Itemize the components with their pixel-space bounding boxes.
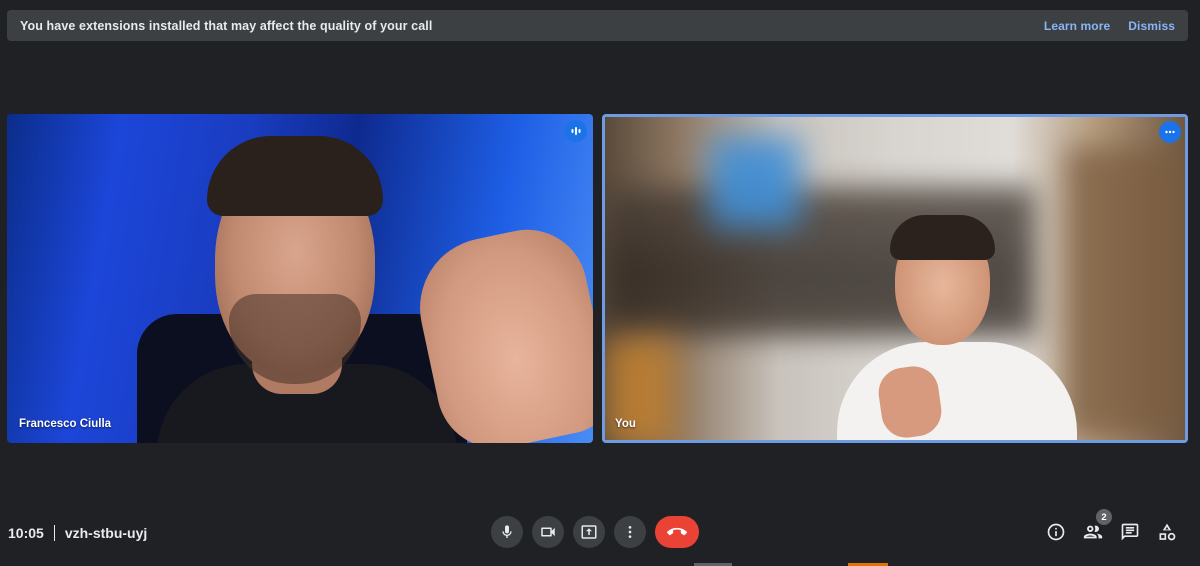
present-screen-icon — [581, 525, 597, 539]
activities-icon — [1159, 523, 1176, 541]
participant-name: You — [615, 418, 636, 430]
meeting-details: 10:05 vzh-stbu-uyj — [8, 524, 147, 542]
camera-button[interactable] — [532, 516, 564, 548]
chat-icon — [1121, 523, 1139, 541]
participant-count-badge: 2 — [1096, 509, 1112, 525]
meeting-code: vzh-stbu-uyj — [64, 525, 148, 541]
mic-button[interactable] — [491, 516, 523, 548]
meeting-info-button[interactable] — [1043, 519, 1069, 545]
side-panel-controls: 2 — [1032, 509, 1180, 545]
participants-button[interactable]: 2 — [1080, 509, 1112, 545]
call-controls — [491, 516, 699, 548]
more-options-button[interactable] — [614, 516, 646, 548]
divider — [53, 525, 55, 541]
more-vert-icon — [628, 526, 632, 538]
microphone-icon — [502, 525, 512, 538]
meeting-time: 10:05 — [8, 525, 44, 541]
present-button[interactable] — [573, 516, 605, 548]
more-options-icon[interactable] — [1159, 121, 1181, 143]
participant-name: Francesco Ciulla — [19, 418, 112, 430]
activities-button[interactable] — [1154, 519, 1180, 545]
learn-more-link[interactable]: Learn more — [1044, 19, 1110, 33]
chat-button[interactable] — [1117, 519, 1143, 545]
participant-video — [7, 114, 593, 443]
self-video — [605, 117, 1185, 440]
end-call-icon — [667, 527, 687, 536]
end-call-button[interactable] — [655, 516, 699, 548]
info-icon — [1047, 523, 1065, 541]
participant-tile-self[interactable]: You — [602, 114, 1188, 443]
dismiss-button[interactable]: Dismiss — [1128, 19, 1175, 33]
camera-icon — [541, 527, 555, 537]
participant-tile-francesco[interactable]: Francesco Ciulla — [7, 114, 593, 443]
audio-level-icon — [565, 120, 587, 142]
extensions-warning-banner: You have extensions installed that may a… — [7, 10, 1188, 41]
banner-message: You have extensions installed that may a… — [20, 18, 433, 33]
